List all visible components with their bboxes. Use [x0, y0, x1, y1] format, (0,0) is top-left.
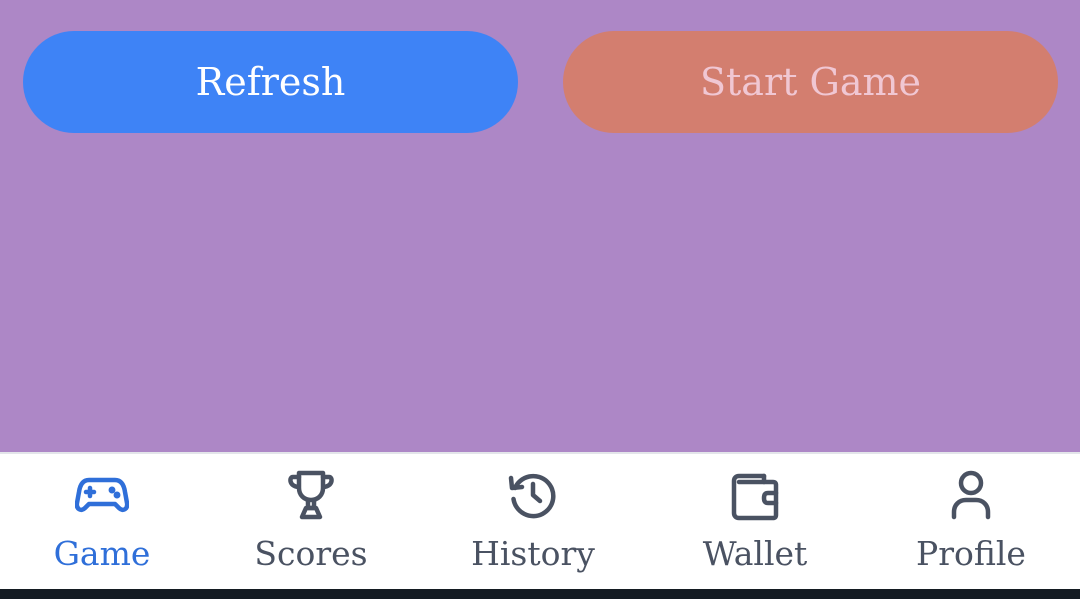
gamepad-icon — [75, 468, 129, 522]
nav-label-scores: Scores — [254, 534, 368, 573]
app-screen: Refresh Start Game Game Scores History W… — [0, 0, 1080, 599]
nav-label-history: History — [471, 534, 595, 573]
wallet-icon — [728, 468, 782, 522]
nav-label-wallet: Wallet — [702, 534, 808, 573]
refresh-button[interactable]: Refresh — [23, 31, 518, 133]
nav-item-wallet[interactable]: Wallet — [653, 454, 857, 589]
nav-item-scores[interactable]: Scores — [209, 454, 413, 589]
history-icon — [506, 468, 560, 522]
bottom-navigation: Game Scores History Wallet Profile — [0, 452, 1080, 589]
start-game-button[interactable]: Start Game — [563, 31, 1058, 133]
nav-item-history[interactable]: History — [431, 454, 635, 589]
game-main-area: Refresh Start Game — [0, 0, 1080, 452]
nav-item-game[interactable]: Game — [0, 454, 204, 589]
trophy-icon — [284, 468, 338, 522]
nav-item-profile[interactable]: Profile — [869, 454, 1073, 589]
nav-label-game: Game — [53, 534, 151, 573]
nav-label-profile: Profile — [916, 534, 1026, 573]
user-icon — [944, 468, 998, 522]
system-navigation-bar — [0, 589, 1080, 599]
